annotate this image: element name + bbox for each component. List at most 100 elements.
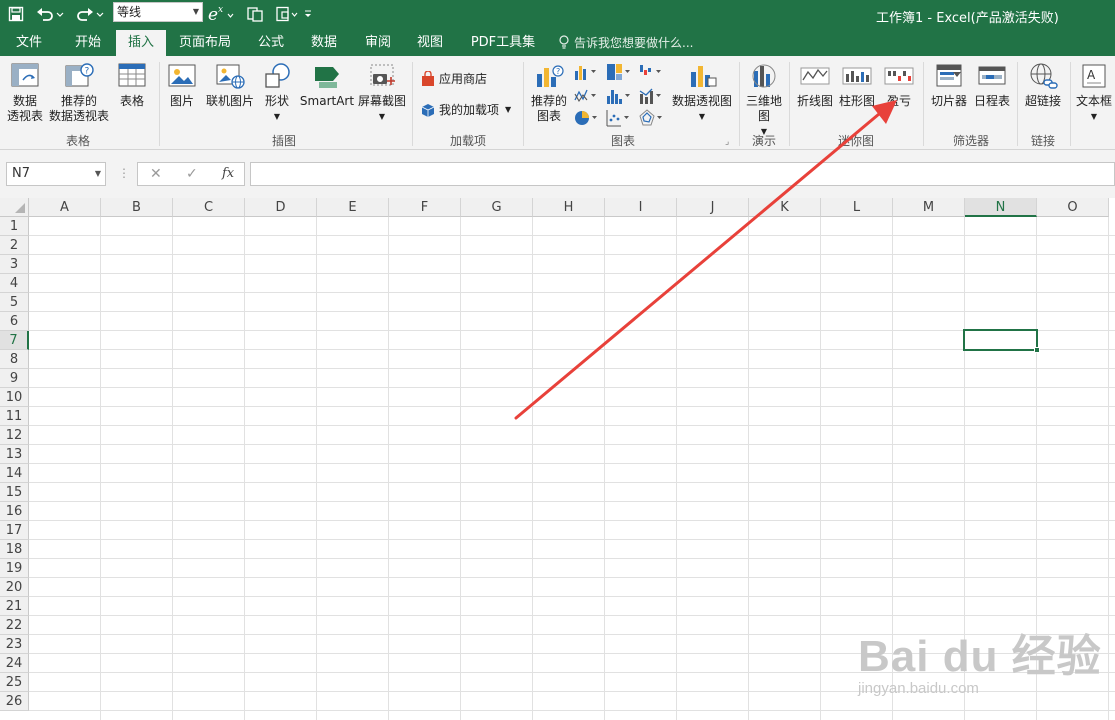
- sparkline-line-button[interactable]: 折线图: [794, 62, 836, 109]
- pivot-table-button[interactable]: 数据 透视表: [4, 62, 46, 124]
- column-header[interactable]: B: [101, 198, 173, 217]
- formula-input[interactable]: [250, 162, 1115, 186]
- online-picture-button[interactable]: 联机图片: [204, 62, 256, 109]
- row-header[interactable]: 6: [0, 312, 29, 331]
- row-header[interactable]: 14: [0, 464, 29, 483]
- save-icon[interactable]: [6, 3, 26, 25]
- row-header[interactable]: 1: [0, 217, 29, 236]
- row-header[interactable]: 20: [0, 578, 29, 597]
- tab-formulas[interactable]: 公式: [250, 30, 292, 56]
- waterfall-chart-icon[interactable]: [638, 62, 664, 82]
- redo-icon[interactable]: [74, 3, 106, 25]
- picture-button[interactable]: 图片: [164, 62, 200, 109]
- customize-qat-icon[interactable]: [302, 3, 314, 25]
- scatter-chart-icon[interactable]: [605, 108, 631, 128]
- equation-icon[interactable]: ex: [206, 3, 236, 25]
- column-header[interactable]: J: [677, 198, 749, 217]
- enter-icon[interactable]: ✓: [186, 166, 198, 182]
- row-header[interactable]: 10: [0, 388, 29, 407]
- statistic-chart-icon[interactable]: [605, 86, 631, 106]
- row-header[interactable]: 2: [0, 236, 29, 255]
- column-header[interactable]: K: [749, 198, 821, 217]
- tab-review[interactable]: 审阅: [356, 30, 400, 56]
- name-box[interactable]: N7 ▼: [6, 162, 106, 186]
- row-header[interactable]: 4: [0, 274, 29, 293]
- sparkline-column-button[interactable]: 柱形图: [836, 62, 878, 109]
- sparkline-winloss-button[interactable]: 盈亏: [879, 62, 919, 109]
- line-chart-icon[interactable]: [573, 86, 599, 106]
- column-header[interactable]: O: [1037, 198, 1109, 217]
- column-header[interactable]: M: [893, 198, 965, 217]
- row-header[interactable]: 11: [0, 407, 29, 426]
- print-preview-icon[interactable]: [274, 3, 302, 25]
- column-header[interactable]: A: [29, 198, 101, 217]
- row-header[interactable]: 21: [0, 597, 29, 616]
- copy-format-icon[interactable]: [244, 3, 266, 25]
- undo-icon[interactable]: [34, 3, 66, 25]
- column-header[interactable]: H: [533, 198, 605, 217]
- tab-pdf-tools[interactable]: PDF工具集: [464, 30, 542, 56]
- tab-page-layout[interactable]: 页面布局: [172, 30, 238, 56]
- pivot-table-icon: [11, 63, 39, 87]
- 3d-map-button[interactable]: 三维地图 ▼: [743, 62, 785, 139]
- table-button[interactable]: 表格: [112, 62, 152, 109]
- radar-chart-icon[interactable]: [638, 108, 664, 128]
- textbox-icon: A: [1082, 64, 1106, 88]
- tab-data[interactable]: 数据: [302, 30, 346, 56]
- row-header[interactable]: 9: [0, 369, 29, 388]
- store-button[interactable]: 应用商店: [420, 70, 487, 87]
- row-header[interactable]: 26: [0, 692, 29, 711]
- row-header[interactable]: 25: [0, 673, 29, 692]
- combo-chart-icon[interactable]: [638, 86, 664, 106]
- row-header[interactable]: 19: [0, 559, 29, 578]
- hyperlink-button[interactable]: 超链接: [1021, 62, 1065, 109]
- timeline-button[interactable]: 日程表: [971, 62, 1013, 109]
- hierarchy-chart-icon[interactable]: [605, 62, 631, 82]
- column-header[interactable]: E: [317, 198, 389, 217]
- splitter-handle[interactable]: ⋮: [118, 166, 130, 180]
- insert-function-icon[interactable]: fx: [222, 166, 234, 181]
- fill-handle[interactable]: [1034, 347, 1040, 353]
- my-addins-button[interactable]: 我的加载项 ▼: [420, 101, 511, 118]
- row-header[interactable]: 17: [0, 521, 29, 540]
- recommended-pivot-button[interactable]: ? 推荐的 数据透视表: [48, 62, 110, 124]
- row-header[interactable]: 18: [0, 540, 29, 559]
- tell-me-box[interactable]: 告诉我您想要做什么...: [558, 30, 693, 56]
- row-header[interactable]: 3: [0, 255, 29, 274]
- tab-insert[interactable]: 插入: [116, 30, 166, 57]
- row-header[interactable]: 23: [0, 635, 29, 654]
- column-header[interactable]: N: [965, 198, 1037, 217]
- row-header[interactable]: 16: [0, 502, 29, 521]
- row-header[interactable]: 15: [0, 483, 29, 502]
- row-header[interactable]: 7: [0, 331, 29, 350]
- column-header[interactable]: G: [461, 198, 533, 217]
- active-cell-n7[interactable]: [963, 329, 1040, 353]
- column-header[interactable]: L: [821, 198, 893, 217]
- slicer-button[interactable]: 切片器: [928, 62, 970, 109]
- row-header[interactable]: 13: [0, 445, 29, 464]
- column-header[interactable]: I: [605, 198, 677, 217]
- row-header[interactable]: 12: [0, 426, 29, 445]
- column-header[interactable]: C: [173, 198, 245, 217]
- row-header[interactable]: 8: [0, 350, 29, 369]
- cancel-icon[interactable]: ✕: [150, 166, 162, 182]
- tab-file[interactable]: 文件: [6, 30, 52, 56]
- tab-view[interactable]: 视图: [408, 30, 452, 56]
- column-header[interactable]: F: [389, 198, 461, 217]
- row-header[interactable]: 5: [0, 293, 29, 312]
- pie-chart-icon[interactable]: [573, 108, 599, 128]
- select-all-button[interactable]: [0, 198, 29, 217]
- row-header[interactable]: 24: [0, 654, 29, 673]
- pivot-chart-button[interactable]: 数据透视图 ▼: [670, 62, 734, 124]
- tab-home[interactable]: 开始: [64, 30, 112, 56]
- column-header[interactable]: D: [245, 198, 317, 217]
- row-header[interactable]: 22: [0, 616, 29, 635]
- cell-area[interactable]: [29, 217, 1115, 720]
- shapes-button[interactable]: 形状 ▼: [258, 62, 296, 124]
- smartart-button[interactable]: SmartArt: [298, 62, 356, 109]
- font-name-input[interactable]: 等线 ▼: [113, 2, 203, 22]
- textbox-button[interactable]: A 文本框 ▼: [1073, 62, 1115, 124]
- column-chart-icon[interactable]: [573, 62, 599, 82]
- recommended-charts-button[interactable]: ? 推荐的 图表: [528, 62, 570, 124]
- screenshot-button[interactable]: 屏幕截图 ▼: [356, 62, 408, 124]
